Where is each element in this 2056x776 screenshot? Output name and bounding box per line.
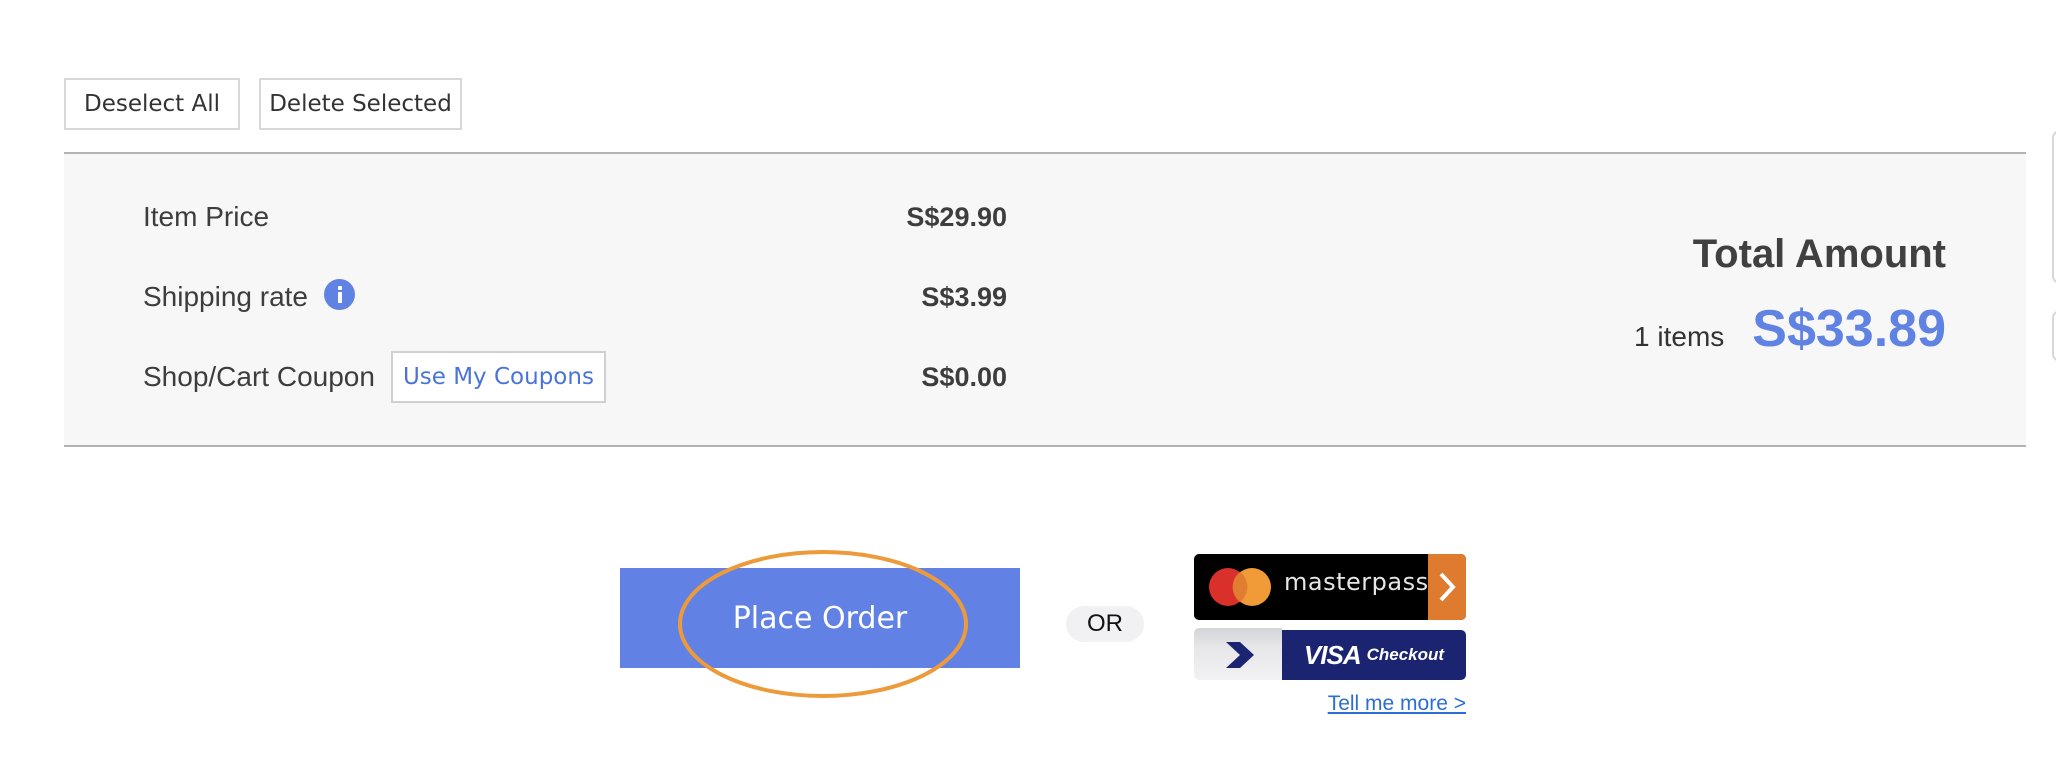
total-amount-title: Total Amount [1692, 232, 1946, 276]
masterpass-button[interactable]: masterpass [1194, 554, 1466, 620]
masterpass-arrow [1428, 554, 1466, 620]
total-amount-block: Total Amount 1 items S$33.89 [1634, 232, 1946, 359]
shipping-rate-label: Shipping rate [143, 281, 309, 312]
deselect-all-button[interactable]: Deselect All [64, 78, 240, 130]
delete-selected-button[interactable]: Delete Selected [259, 78, 462, 130]
coupon-value: S$0.00 [921, 361, 1007, 392]
mastercard-logo-icon [1209, 568, 1271, 606]
tell-me-more-link[interactable]: Tell me more > [1328, 692, 1466, 716]
coupon-row: Shop/Cart Coupon Use My Coupons S$0.00 [143, 351, 1007, 403]
items-count: 1 items [1634, 321, 1725, 352]
item-price-label: Item Price [143, 201, 270, 232]
side-button-edge[interactable] [2052, 310, 2056, 362]
chevron-right-icon [1226, 642, 1254, 668]
place-order-button[interactable]: Place Order [620, 568, 1020, 668]
shipping-rate-value: S$3.99 [921, 281, 1007, 312]
total-amount-value: S$33.89 [1752, 300, 1946, 358]
or-divider: OR [1066, 606, 1144, 642]
order-summary-panel: Item Price S$29.90 Shipping rate S$3.99 … [64, 152, 2026, 447]
masterpass-label: masterpass [1284, 568, 1429, 596]
item-price-row: Item Price S$29.90 [143, 192, 1007, 242]
visa-arrow-panel [1194, 628, 1282, 680]
visa-checkout-button[interactable]: VISA Checkout [1194, 628, 1466, 680]
info-icon[interactable] [324, 278, 356, 310]
shipping-rate-row: Shipping rate S$3.99 [143, 272, 1007, 322]
coupon-label: Shop/Cart Coupon [143, 361, 375, 392]
item-price-value: S$29.90 [906, 201, 1007, 232]
visa-label: VISA [1303, 639, 1362, 670]
chevron-right-icon [1439, 572, 1456, 602]
visa-checkout-label: Checkout [1366, 645, 1445, 664]
use-my-coupons-button[interactable]: Use My Coupons [390, 351, 606, 403]
side-panel-edge [2052, 130, 2056, 284]
